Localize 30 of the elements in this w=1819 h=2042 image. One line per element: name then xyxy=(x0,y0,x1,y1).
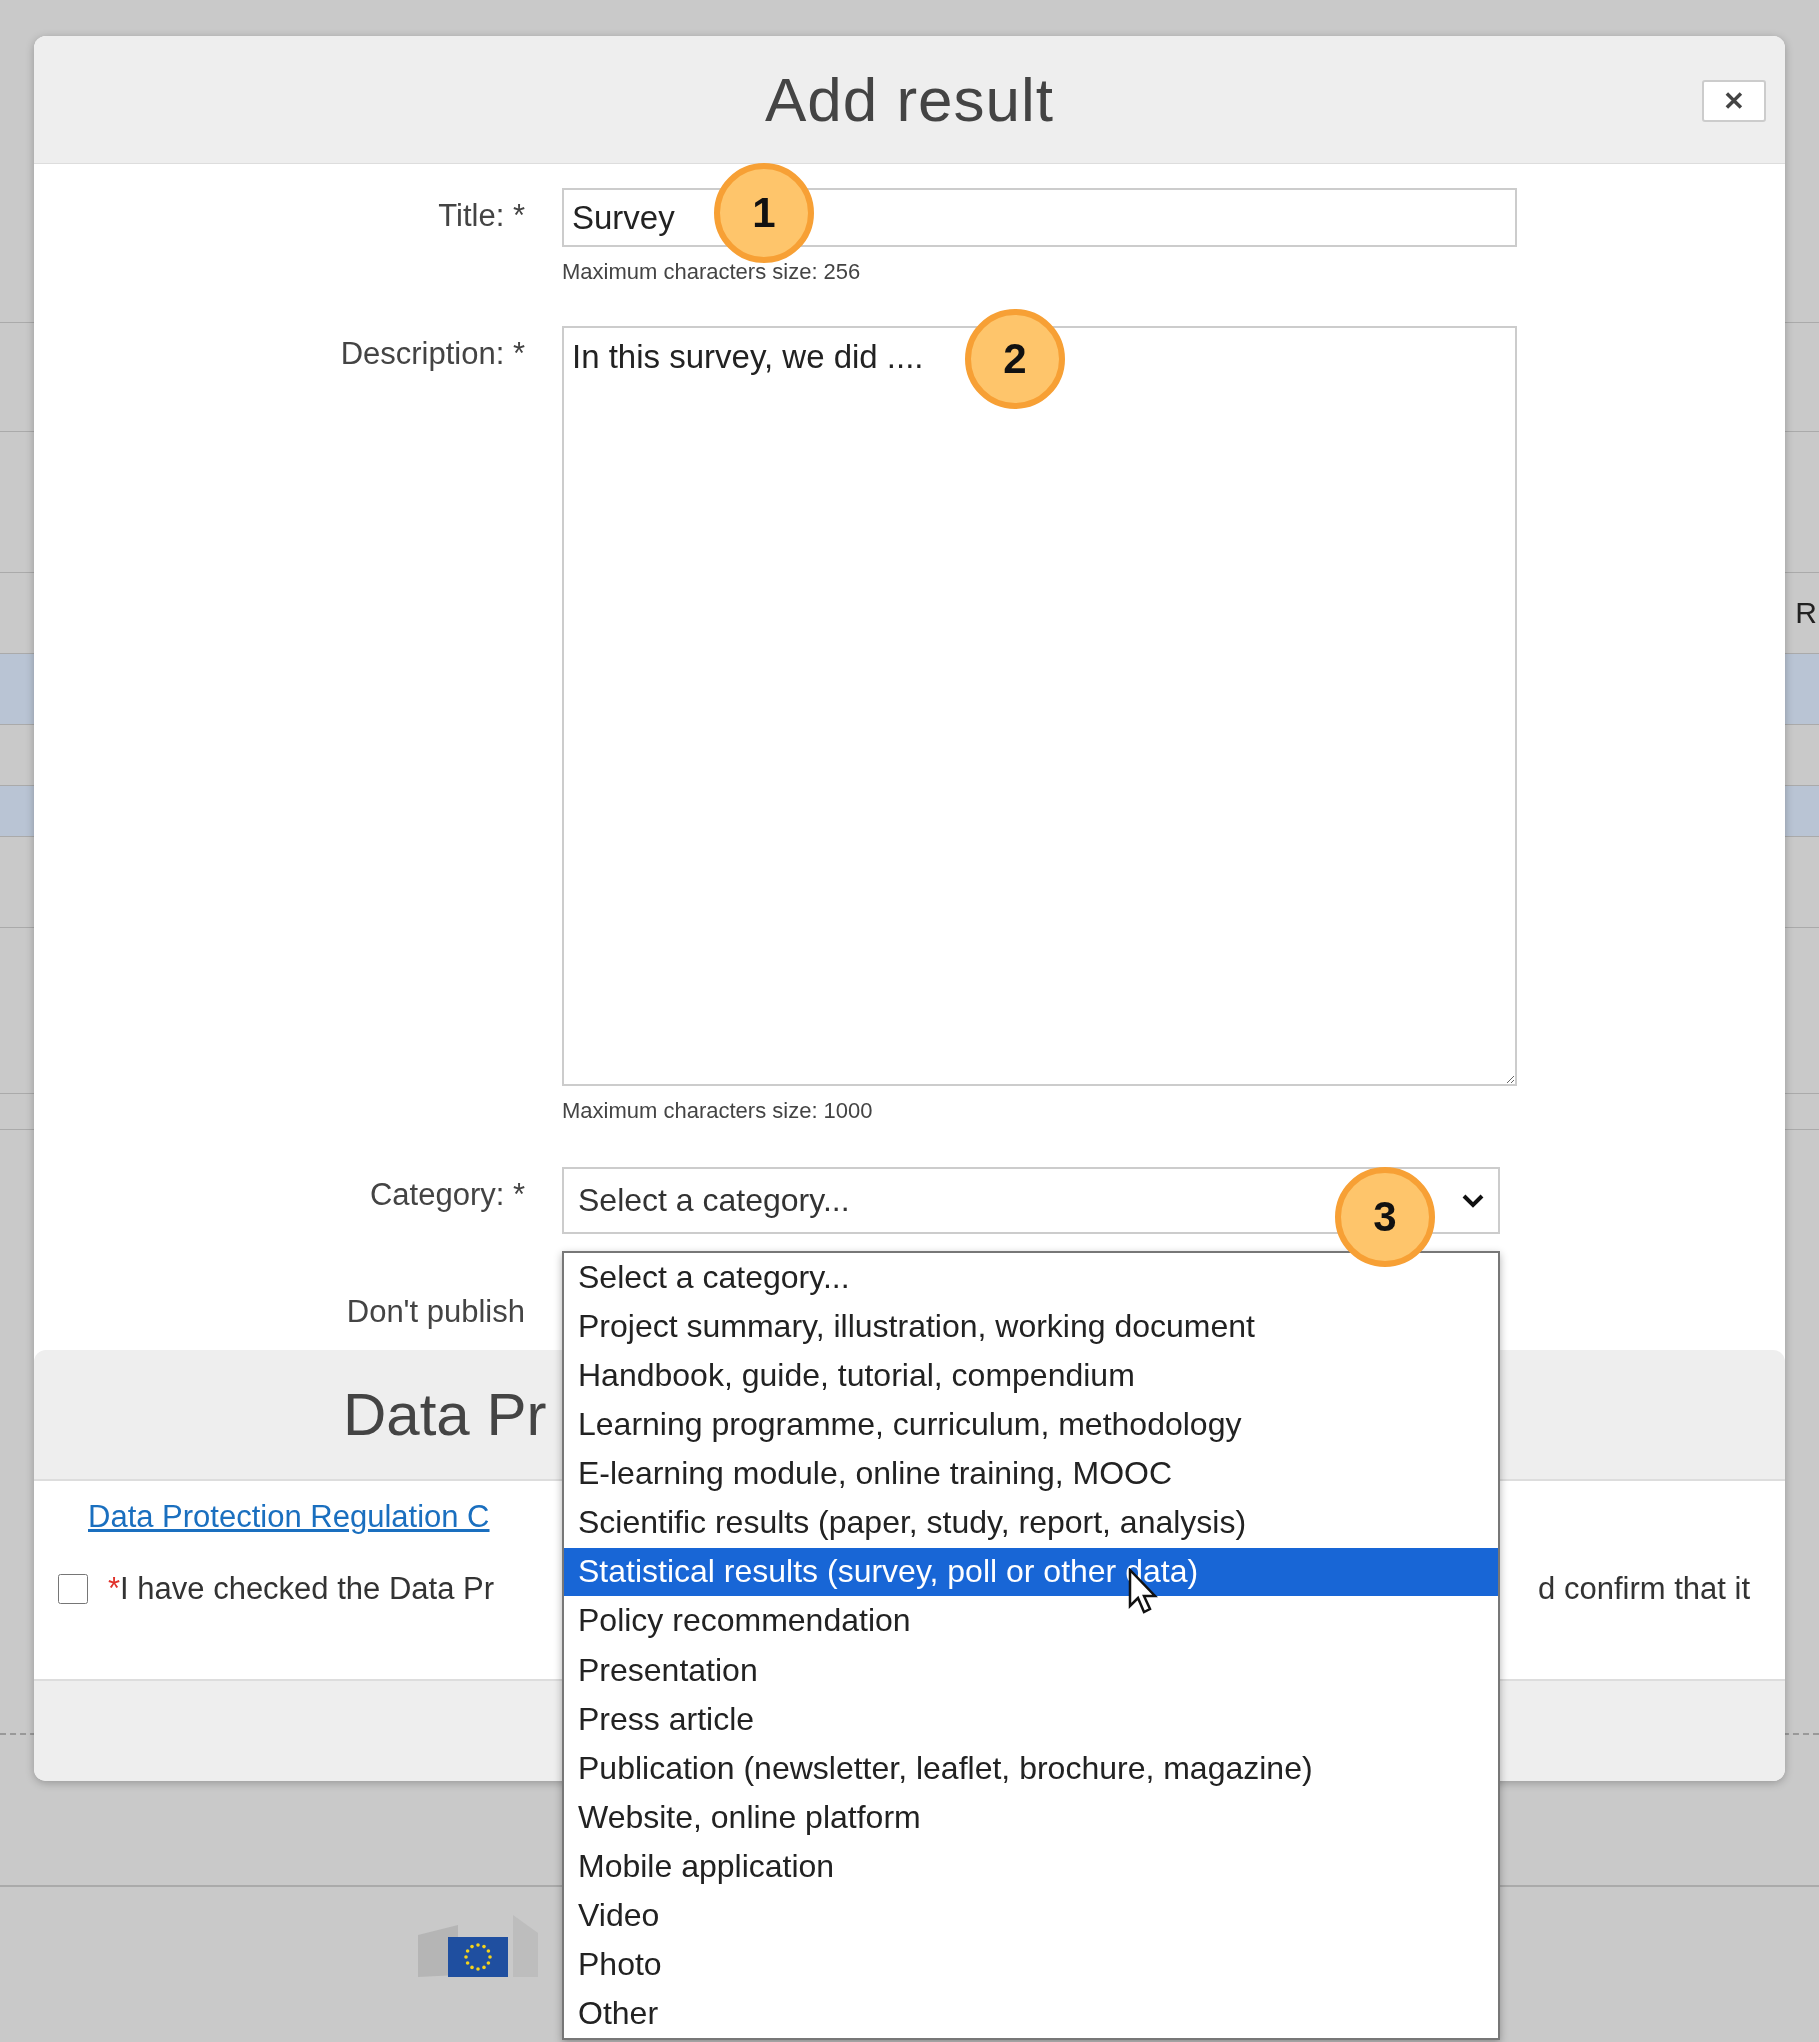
dropdown-option[interactable]: Photo xyxy=(564,1940,1498,1989)
dropdown-option[interactable]: Press article xyxy=(564,1695,1498,1744)
dialog-title: Add result xyxy=(764,64,1055,135)
dropdown-option[interactable]: Policy recommendation xyxy=(564,1596,1498,1645)
dropdown-option[interactable]: Publication (newsletter, leaflet, brochure, magazine) xyxy=(564,1744,1498,1793)
dropdown-option[interactable]: Website, online platform xyxy=(564,1793,1498,1842)
dropdown-option[interactable]: Scientific results (paper, study, report, analysis) xyxy=(564,1498,1498,1547)
dropdown-option[interactable]: Project summary, illustration, working document xyxy=(564,1302,1498,1351)
dropdown-option[interactable]: Other xyxy=(564,1989,1498,2038)
dropdown-option[interactable]: Mobile application xyxy=(564,1842,1498,1891)
dropdown-option[interactable]: Learning programme, curriculum, methodology xyxy=(564,1400,1498,1449)
background-text: R xyxy=(1795,596,1817,630)
dropdown-option[interactable]: Handbook, guide, tutorial, compendium xyxy=(564,1351,1498,1400)
required-mark: * xyxy=(108,1571,121,1607)
consent-text: d confirm that it xyxy=(1538,1571,1750,1607)
dropdown-option[interactable]: Presentation xyxy=(564,1646,1498,1695)
consent-text: I have checked the Data Pr xyxy=(120,1571,494,1607)
chevron-down-icon xyxy=(1462,1193,1484,1208)
dropdown-option[interactable]: Select a category... xyxy=(564,1253,1498,1302)
consent-checkbox[interactable] xyxy=(58,1574,88,1604)
section-title: Data Pr xyxy=(343,1380,547,1449)
dropdown-option[interactable]: E-learning module, online training, MOOC xyxy=(564,1449,1498,1498)
close-button[interactable]: ✕ xyxy=(1702,80,1766,122)
regulation-link[interactable]: Data Protection Regulation C xyxy=(88,1499,490,1535)
field-label: Category: * xyxy=(369,1176,525,1214)
field-label: Don't publish xyxy=(346,1293,525,1330)
field-label: Description: * xyxy=(340,335,525,373)
dropdown-option[interactable]: Video xyxy=(564,1891,1498,1940)
field-label: Title: * xyxy=(438,197,525,235)
field-hint: Maximum characters size: 1000 xyxy=(562,1098,873,1124)
